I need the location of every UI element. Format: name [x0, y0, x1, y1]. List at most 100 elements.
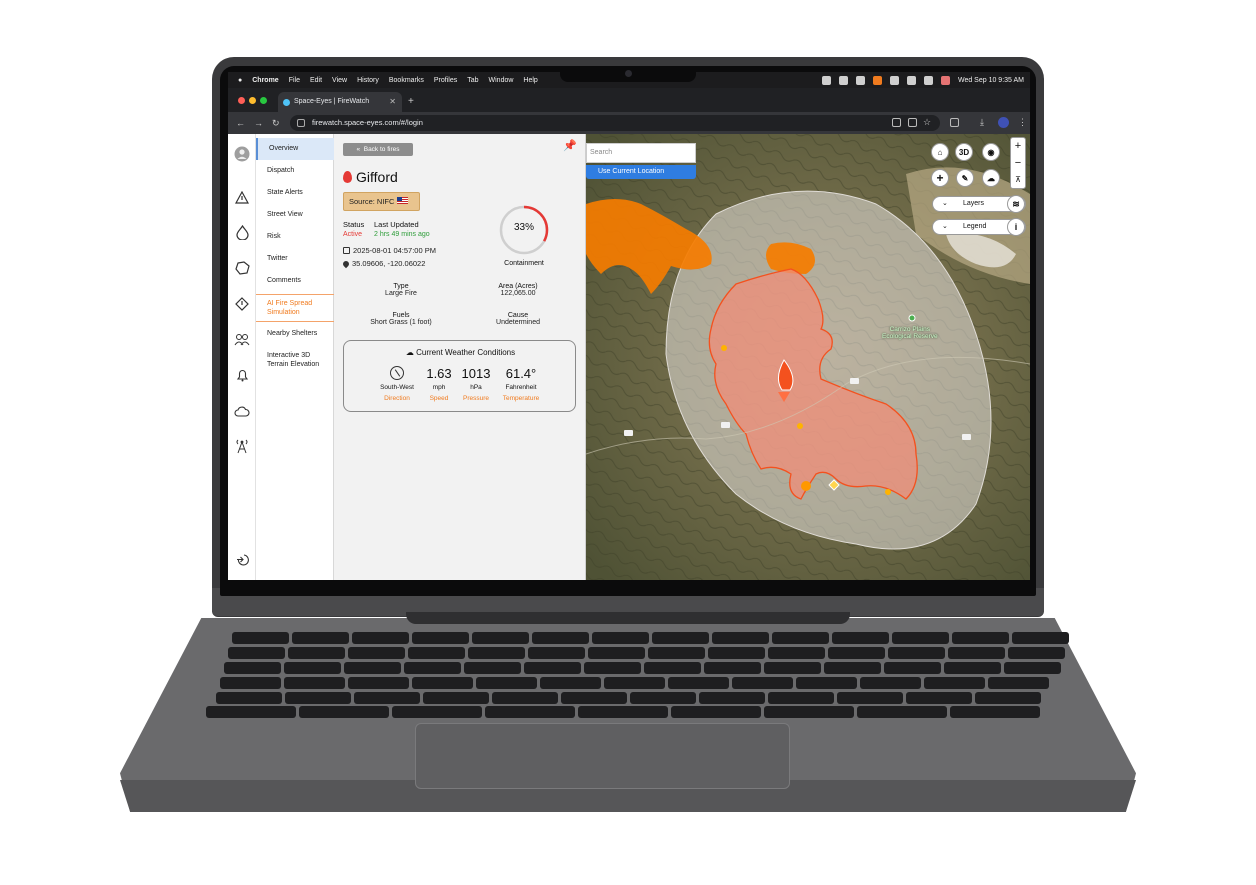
new-tab-button[interactable]: +: [408, 92, 414, 112]
profile-avatar[interactable]: [998, 117, 1009, 128]
bookmark-star-icon[interactable]: ☆: [923, 115, 931, 129]
cause-value: Undetermined: [496, 319, 540, 326]
extensions-icon[interactable]: [950, 118, 959, 127]
menu-profiles[interactable]: Profiles: [434, 77, 457, 84]
keyboard-key: [206, 706, 296, 718]
cloud-icon[interactable]: [234, 403, 250, 419]
keyboard-key: [1004, 662, 1061, 674]
map-outline-icon[interactable]: [234, 260, 250, 276]
risk-diamond-icon[interactable]: [234, 296, 250, 312]
direction-label: Direction: [384, 395, 410, 402]
menu-history[interactable]: History: [357, 77, 379, 84]
road-shield: [850, 378, 859, 384]
sidebar-item-twitter[interactable]: Twitter: [256, 255, 334, 264]
menu-tab[interactable]: Tab: [467, 77, 478, 84]
fire-name: Gifford: [343, 169, 398, 185]
spotlight-search-icon[interactable]: [906, 75, 916, 85]
people-icon[interactable]: [234, 331, 250, 347]
keyboard-key: [837, 692, 903, 704]
reload-icon[interactable]: ↻: [272, 116, 280, 130]
warning-triangle-icon[interactable]: [234, 189, 250, 205]
sidebar-item-3d-terrain[interactable]: Interactive 3D Terrain Elevation: [256, 352, 334, 369]
download-icon[interactable]: ⤓: [980, 115, 984, 129]
sidebar-item-street-view[interactable]: Street View: [256, 211, 334, 220]
status-icon-2[interactable]: [838, 75, 848, 85]
status-icon-3[interactable]: [855, 75, 865, 85]
more-menu-icon[interactable]: ⋮: [1018, 115, 1027, 129]
layers-toggle[interactable]: ⌄ Layers ≋: [932, 195, 1026, 213]
sidebar-item-nearby-shelters[interactable]: Nearby Shelters: [256, 330, 334, 339]
keyboard-row: [220, 677, 1049, 691]
menu-help[interactable]: Help: [523, 77, 537, 84]
zoom-in-button[interactable]: +: [1011, 138, 1025, 155]
sidebar-item-state-alerts[interactable]: State Alerts: [256, 189, 334, 198]
fuels-label: Fuels: [392, 312, 410, 319]
back-to-fires-button[interactable]: « Back to fires: [343, 143, 413, 156]
sidebar-item-dispatch[interactable]: Dispatch: [256, 167, 334, 176]
address-bar[interactable]: firewatch.space-eyes.com/#/login: [290, 115, 940, 131]
3d-toggle-button[interactable]: 3D: [955, 143, 973, 161]
logout-icon[interactable]: [234, 551, 250, 567]
keyboard-key: [354, 692, 420, 704]
sidebar-item-overview[interactable]: Overview: [256, 138, 334, 160]
browser-tab[interactable]: Space-Eyes | FireWatch ✕: [278, 92, 402, 112]
cast-icon[interactable]: [908, 118, 917, 127]
tower-icon[interactable]: [234, 438, 250, 454]
menu-bookmarks[interactable]: Bookmarks: [389, 77, 424, 84]
pin-icon[interactable]: 📌: [563, 139, 577, 152]
reserve-marker-icon[interactable]: [908, 314, 916, 322]
camera-icon: [625, 70, 632, 77]
compass-north-icon[interactable]: ⊼: [1011, 172, 1025, 189]
calendar-icon: [343, 247, 350, 254]
wifi-icon[interactable]: [889, 75, 899, 85]
menu-view[interactable]: View: [332, 77, 347, 84]
user-circle-icon[interactable]: [234, 146, 250, 162]
keyboard-row: [232, 632, 1069, 646]
keyboard-key: [857, 706, 947, 718]
keyboard-key: [464, 662, 521, 674]
add-icon[interactable]: +: [931, 169, 949, 187]
legend-toggle[interactable]: ⌄ Legend i: [932, 218, 1026, 236]
map-search-input[interactable]: Search: [586, 143, 696, 163]
speed-label: Speed: [429, 395, 449, 402]
site-info-icon[interactable]: [297, 119, 305, 127]
minimize-window-icon[interactable]: [249, 97, 256, 104]
menu-edit[interactable]: Edit: [310, 77, 322, 84]
satellite-map[interactable]: Carrizo Plains Ecological Reserve Search …: [586, 134, 1030, 580]
hotspot: [801, 481, 811, 491]
siri-icon[interactable]: [940, 75, 950, 85]
control-center-icon[interactable]: [923, 75, 933, 85]
close-window-icon[interactable]: [238, 97, 245, 104]
menu-app-name[interactable]: Chrome: [252, 77, 278, 84]
sidebar-item-risk[interactable]: Risk: [256, 233, 334, 242]
status-icon-1[interactable]: [821, 75, 831, 85]
flame-alert-icon[interactable]: [234, 224, 250, 240]
bell-icon[interactable]: [234, 367, 250, 383]
keyboard-key: [592, 632, 649, 644]
keyboard-key: [472, 632, 529, 644]
zoom-window-icon[interactable]: [260, 97, 267, 104]
sidebar-item-comments[interactable]: Comments: [256, 277, 334, 286]
keyboard-key: [906, 692, 972, 704]
status-icon-4[interactable]: [872, 75, 882, 85]
source-text: Source: NIFC: [349, 197, 395, 206]
forward-arrow-icon[interactable]: →: [254, 116, 263, 130]
apple-icon[interactable]: ●: [238, 77, 242, 84]
sidebar-item-ai-fire-spread[interactable]: AI Fire Spread Simulation: [256, 294, 334, 322]
menu-window[interactable]: Window: [489, 77, 514, 84]
home-icon[interactable]: ⌂: [931, 143, 949, 161]
keyboard-key: [352, 632, 409, 644]
keyboard-key: [412, 632, 469, 644]
measure-ruler-icon[interactable]: ✎: [956, 169, 974, 187]
menu-file[interactable]: File: [289, 77, 300, 84]
use-current-location-button[interactable]: Use Current Location: [586, 165, 696, 179]
back-arrow-icon[interactable]: ←: [236, 116, 245, 130]
zoom-out-button[interactable]: −: [1011, 155, 1025, 172]
cloud-layer-icon[interactable]: ☁: [982, 169, 1000, 187]
password-key-icon[interactable]: [892, 118, 901, 127]
globe-icon[interactable]: ◉: [982, 143, 1000, 161]
menubar-clock[interactable]: Wed Sep 10 9:35 AM: [958, 77, 1024, 84]
keyboard-key: [468, 647, 525, 659]
tab-close-icon[interactable]: ✕: [389, 92, 396, 112]
hotspot: [797, 423, 803, 429]
